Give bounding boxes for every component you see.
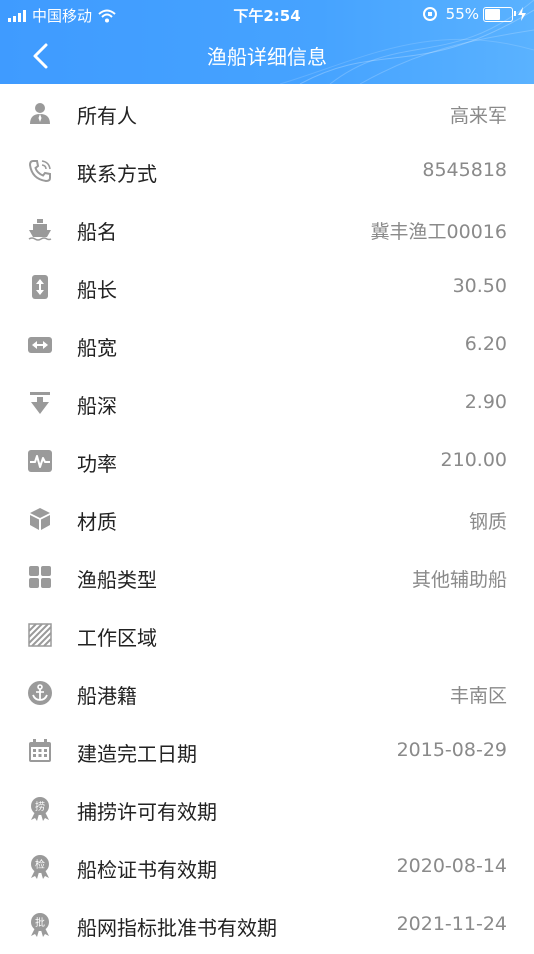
list-item-label: 船港籍 [77,684,137,708]
rotation-lock-icon [422,7,437,21]
badge-icon: 检 [31,855,49,879]
list-item-value: 钢质 [468,511,507,533]
person-icon [30,103,50,124]
list-item-ship-name: 船名 冀丰渔工00016 [0,200,534,258]
list-item-width: 船宽 6.20 [0,316,534,374]
list-item-build-date: 建造完工日期 2015-08-29 [0,722,534,780]
anchor-icon [28,681,52,705]
list-item-value: 30.50 [452,275,507,297]
calendar-icon [29,739,51,762]
grid-icon [29,566,51,588]
list-item-label: 船深 [77,394,117,418]
list-item-value: 2021-11-24 [396,913,507,935]
list-item-value: 丰南区 [449,685,507,707]
status-right: 55% [422,5,526,23]
list-item-value: 2.90 [464,391,507,413]
list-item-inspection-cert: 检 船检证书有效期 2020-08-14 [0,838,534,896]
horizontal-arrows-icon [28,337,52,353]
list-item-fishing-permit: 捞 捕捞许可有效期 [0,780,534,838]
list-item-value: 冀丰渔工00016 [370,221,507,243]
list-item-label: 功率 [77,452,117,476]
list-item-material: 材质 钢质 [0,490,534,548]
list-item-label: 船检证书有效期 [77,858,217,882]
list-item-label: 所有人 [77,104,137,128]
page-title: 渔船详细信息 [207,45,327,69]
list-item-value: 2015-08-29 [396,739,507,761]
list-item-value: 8545818 [422,159,507,181]
badge-text: 检 [35,858,45,871]
detail-list: 所有人 高来军 联系方式 8545818 船名 冀丰渔工00016 船长 30.… [0,84,534,954]
list-item-owner: 所有人 高来军 [0,84,534,142]
list-item-label: 工作区域 [77,626,157,650]
nav-bar: 渔船详细信息 [0,28,534,84]
status-bar: 中国移动 下午2:54 55% [0,0,534,28]
cube-icon [30,508,50,530]
hatched-area-icon [28,623,52,647]
battery-icon [483,6,516,22]
list-item-length: 船长 30.50 [0,258,534,316]
ship-icon [28,219,52,241]
badge-text: 批 [35,916,45,929]
list-item-value: 其他辅助船 [411,569,507,591]
list-item-value: 6.20 [464,333,507,355]
charging-icon [518,7,526,21]
list-item-vessel-type: 渔船类型 其他辅助船 [0,548,534,606]
list-item-label: 船宽 [77,336,117,360]
badge-icon: 捞 [31,797,49,821]
badge-text: 捞 [35,800,45,813]
list-item-label: 船名 [77,220,117,244]
vertical-arrows-icon [32,275,48,299]
battery-percent: 55% [445,5,479,23]
list-item-depth: 船深 2.90 [0,374,534,432]
list-item-label: 渔船类型 [77,568,157,592]
list-item-label: 捕捞许可有效期 [77,800,217,824]
list-item-label: 建造完工日期 [77,742,197,766]
list-item-value: 2020-08-14 [396,855,507,877]
list-item-label: 材质 [77,510,117,534]
phone-icon [28,160,51,183]
app-header: 中国移动 下午2:54 55% 渔船详细信息 [0,0,534,84]
list-item-label: 船长 [77,278,117,302]
badge-icon: 批 [31,913,49,937]
list-item-contact: 联系方式 8545818 [0,142,534,200]
list-item-port-registry: 船港籍 丰南区 [0,664,534,722]
list-item-label: 船网指标批准书有效期 [77,916,277,940]
list-item-work-area: 工作区域 [0,606,534,664]
list-item-value: 高来军 [449,105,507,127]
list-item-power: 功率 210.00 [0,432,534,490]
pulse-icon [28,450,52,472]
list-item-net-approval: 批 船网指标批准书有效期 2021-11-24 [0,896,534,954]
list-item-value: 210.00 [440,449,507,471]
depth-arrow-icon [30,392,50,414]
list-item-label: 联系方式 [77,162,157,186]
